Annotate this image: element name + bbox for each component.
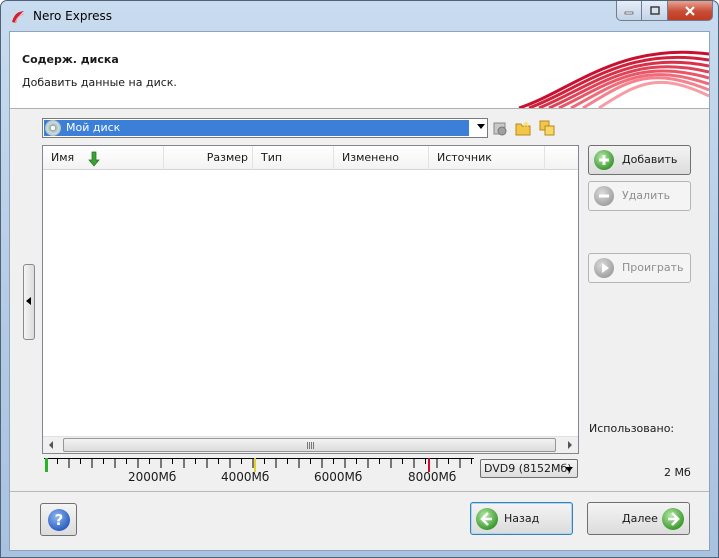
column-header-type[interactable]: Тип bbox=[253, 146, 334, 170]
help-icon: ? bbox=[48, 509, 70, 531]
disc-type-select[interactable]: DVD9 (8152Мб) bbox=[480, 459, 578, 478]
scroll-right-icon[interactable] bbox=[561, 437, 578, 453]
copy-folder-icon[interactable] bbox=[539, 120, 555, 136]
back-button-label: Назад bbox=[504, 512, 540, 525]
title-bar[interactable]: Nero Express bbox=[1, 1, 718, 31]
delete-button[interactable]: Удалить bbox=[588, 181, 691, 211]
wizard-header: Содерж. диска Добавить данные на диск. bbox=[10, 32, 709, 108]
column-header-size[interactable]: Размер bbox=[164, 146, 253, 170]
column-label: Имя bbox=[51, 151, 75, 164]
scroll-left-icon[interactable] bbox=[43, 437, 60, 453]
nero-wave-logo bbox=[518, 50, 709, 108]
chevron-down-icon bbox=[565, 467, 573, 472]
delete-button-label: Удалить bbox=[622, 189, 671, 202]
play-button[interactable]: Проиграть bbox=[588, 253, 691, 283]
page-title: Содерж. диска bbox=[22, 53, 119, 66]
minimize-button[interactable] bbox=[616, 1, 642, 21]
application-window: Nero Express Содерж. диска Добавить данн… bbox=[0, 0, 719, 558]
disc-name-value: Мой диск bbox=[44, 120, 469, 136]
column-header-source[interactable]: Источник bbox=[429, 146, 545, 170]
ruler-label: 6000Мб bbox=[314, 470, 363, 484]
footer-divider bbox=[10, 491, 709, 492]
column-header-name[interactable]: Имя bbox=[43, 146, 164, 170]
minimize-icon bbox=[624, 11, 634, 14]
disc-properties-icon[interactable] bbox=[492, 120, 508, 136]
disc-icon bbox=[45, 120, 61, 136]
disc-name-combobox[interactable]: Мой диск bbox=[42, 118, 488, 138]
disc-type-value: DVD9 (8152Мб) bbox=[484, 462, 572, 475]
sort-arrow-icon bbox=[88, 151, 100, 167]
header-divider bbox=[10, 108, 709, 109]
maximize-button[interactable] bbox=[642, 1, 668, 21]
chevron-down-icon[interactable] bbox=[477, 124, 485, 129]
nero-logo-icon bbox=[12, 11, 25, 24]
close-button[interactable] bbox=[668, 1, 713, 21]
file-list-header: Имя Размер Тип Изменено Источник bbox=[43, 146, 578, 170]
column-header-modified[interactable]: Изменено bbox=[334, 146, 429, 170]
ruler-label: 4000Мб bbox=[221, 470, 270, 484]
page-subtitle: Добавить данные на диск. bbox=[22, 76, 177, 89]
maximize-icon bbox=[649, 5, 660, 15]
capacity-ruler: 2000Мб 4000Мб 6000Мб 8000Мб bbox=[44, 458, 484, 486]
next-button[interactable]: Далее bbox=[587, 502, 690, 535]
play-icon bbox=[594, 258, 614, 278]
new-folder-icon[interactable] bbox=[515, 120, 531, 136]
ruler-label: 8000Мб bbox=[408, 470, 457, 484]
used-space-label: Использовано: bbox=[589, 422, 675, 435]
ruler-ticks bbox=[44, 458, 484, 468]
help-button[interactable]: ? bbox=[40, 503, 77, 536]
horizontal-scrollbar[interactable] bbox=[43, 436, 578, 453]
minus-icon bbox=[594, 186, 614, 206]
used-space-value: 2 Мб bbox=[664, 466, 691, 479]
plus-icon bbox=[594, 150, 614, 170]
back-button[interactable]: Назад bbox=[470, 502, 573, 535]
add-button-label: Добавить bbox=[622, 153, 678, 166]
used-space-marker bbox=[45, 458, 48, 472]
scroll-grip bbox=[307, 442, 315, 449]
play-button-label: Проиграть bbox=[622, 261, 684, 274]
arrow-left-icon bbox=[476, 508, 498, 530]
wizard-body: Содерж. диска Добавить данные на диск. М… bbox=[9, 31, 710, 551]
ruler-label: 2000Мб bbox=[128, 470, 177, 484]
next-button-label: Далее bbox=[622, 512, 658, 525]
close-icon bbox=[685, 5, 695, 16]
arrow-left-icon bbox=[26, 297, 31, 305]
collapse-panel-tab[interactable] bbox=[23, 264, 35, 340]
file-list[interactable]: Имя Размер Тип Изменено Источник bbox=[42, 145, 579, 454]
add-button[interactable]: Добавить bbox=[588, 145, 691, 175]
scroll-thumb[interactable] bbox=[63, 438, 556, 452]
window-title: Nero Express bbox=[33, 9, 113, 23]
arrow-right-icon bbox=[662, 508, 684, 530]
